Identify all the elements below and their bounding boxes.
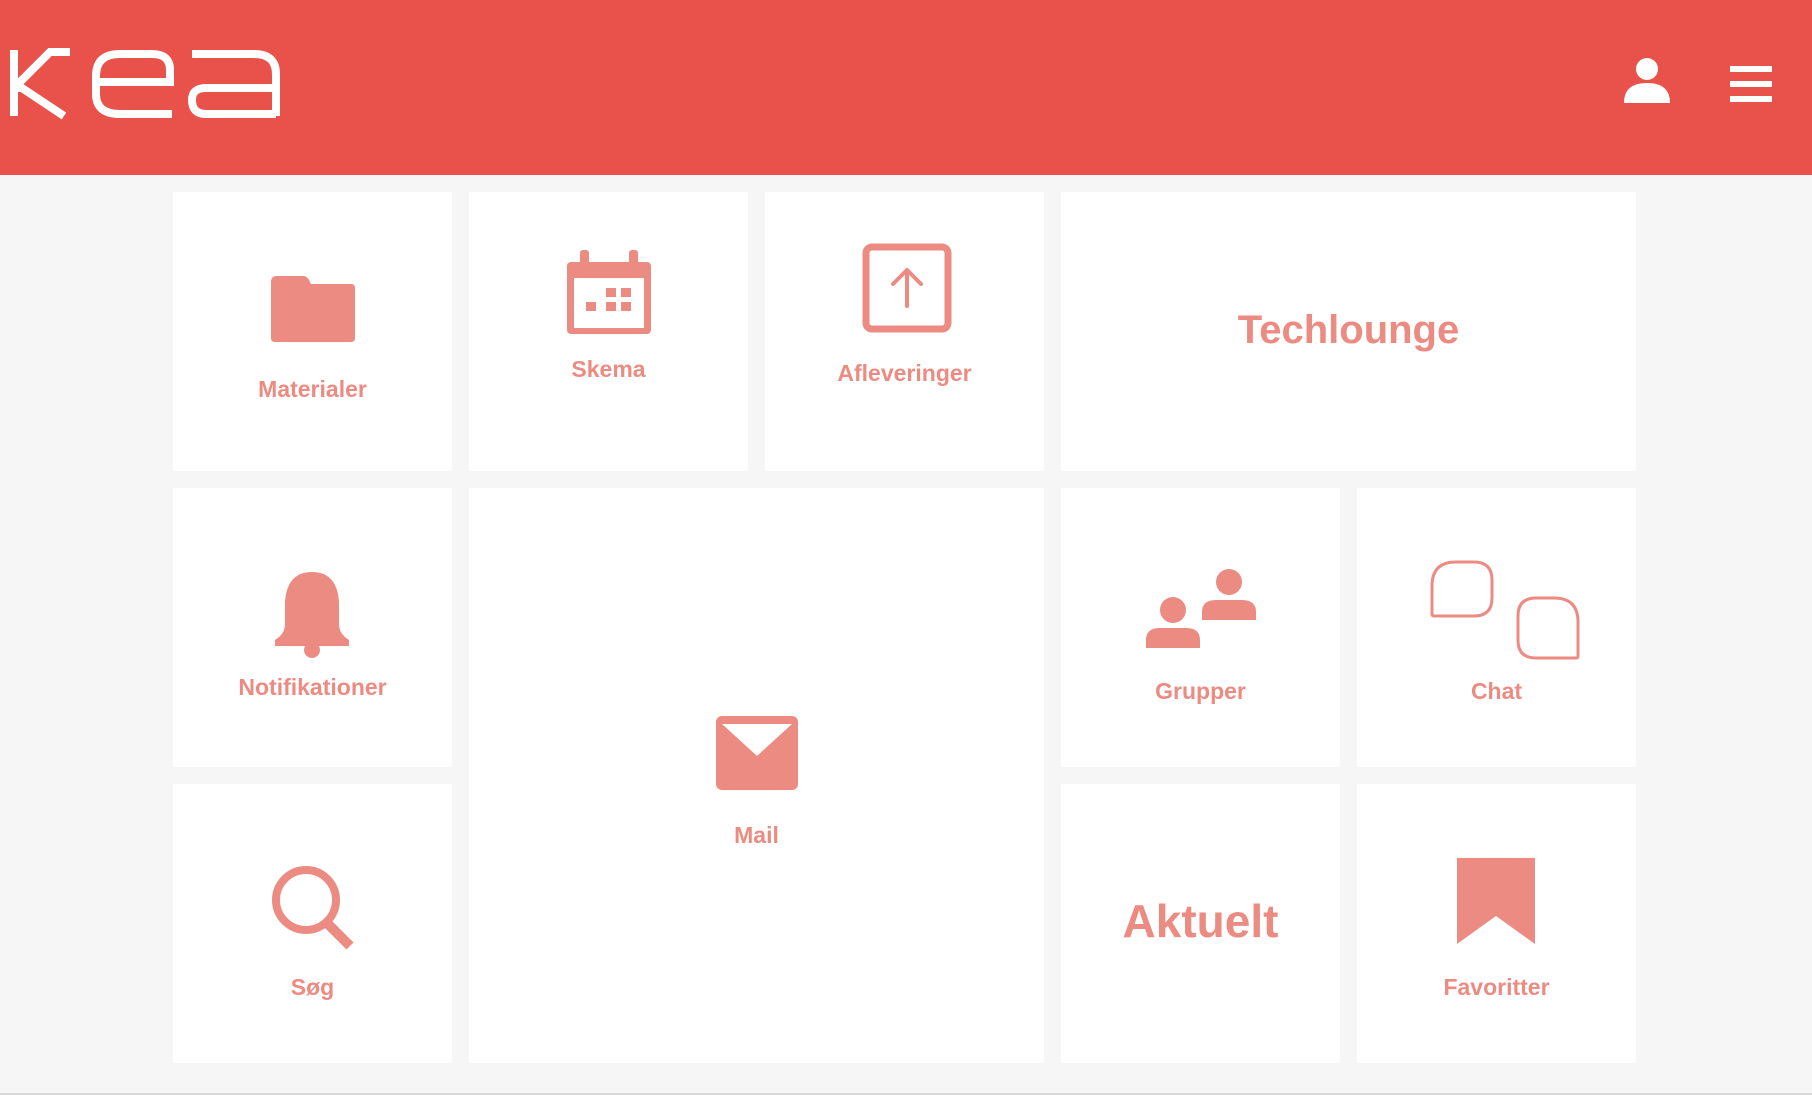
tile-favoritter-label: Favoritter: [1443, 974, 1550, 1000]
tile-chat[interactable]: Chat: [1357, 488, 1636, 767]
hamburger-menu-icon[interactable]: [1730, 66, 1772, 102]
tile-soeg-label: Søg: [290, 974, 335, 1000]
tile-techlounge[interactable]: Techlounge: [1061, 192, 1636, 471]
tile-materialer[interactable]: Materialer: [173, 192, 452, 471]
envelope-icon: [716, 716, 798, 790]
tile-notifikationer[interactable]: Notifikationer: [173, 488, 452, 767]
bell-icon: [275, 572, 349, 658]
tile-soeg[interactable]: Søg: [173, 784, 452, 1063]
tile-aktuelt-label: Aktuelt: [1122, 895, 1279, 947]
calendar-icon: [567, 250, 651, 334]
folder-icon: [271, 276, 355, 342]
group-icon: [1146, 569, 1256, 648]
tile-grupper[interactable]: Grupper: [1061, 488, 1340, 767]
search-icon: [272, 866, 354, 950]
tile-afleveringer[interactable]: Afleveringer: [765, 192, 1044, 471]
tile-mail-label: Mail: [734, 822, 779, 848]
chat-bubbles-icon: [1430, 560, 1580, 660]
tile-notifikationer-label: Notifikationer: [238, 674, 387, 700]
tile-techlounge-label: Techlounge: [1237, 308, 1460, 352]
tile-skema[interactable]: Skema: [469, 192, 748, 471]
kea-logo[interactable]: [10, 48, 285, 120]
tile-materialer-label: Materialer: [258, 376, 367, 402]
tile-grupper-label: Grupper: [1155, 678, 1246, 704]
bookmark-icon: [1457, 858, 1535, 944]
tile-skema-label: Skema: [571, 356, 646, 382]
tile-aktuelt[interactable]: Aktuelt: [1061, 784, 1340, 1063]
top-bar: [0, 0, 1812, 175]
tile-mail[interactable]: Mail: [469, 488, 1044, 1063]
tile-favoritter[interactable]: Favoritter: [1357, 784, 1636, 1063]
tile-afleveringer-label: Afleveringer: [837, 360, 972, 386]
user-icon[interactable]: [1622, 56, 1672, 106]
upload-icon: [862, 243, 952, 333]
tile-chat-label: Chat: [1470, 678, 1523, 704]
